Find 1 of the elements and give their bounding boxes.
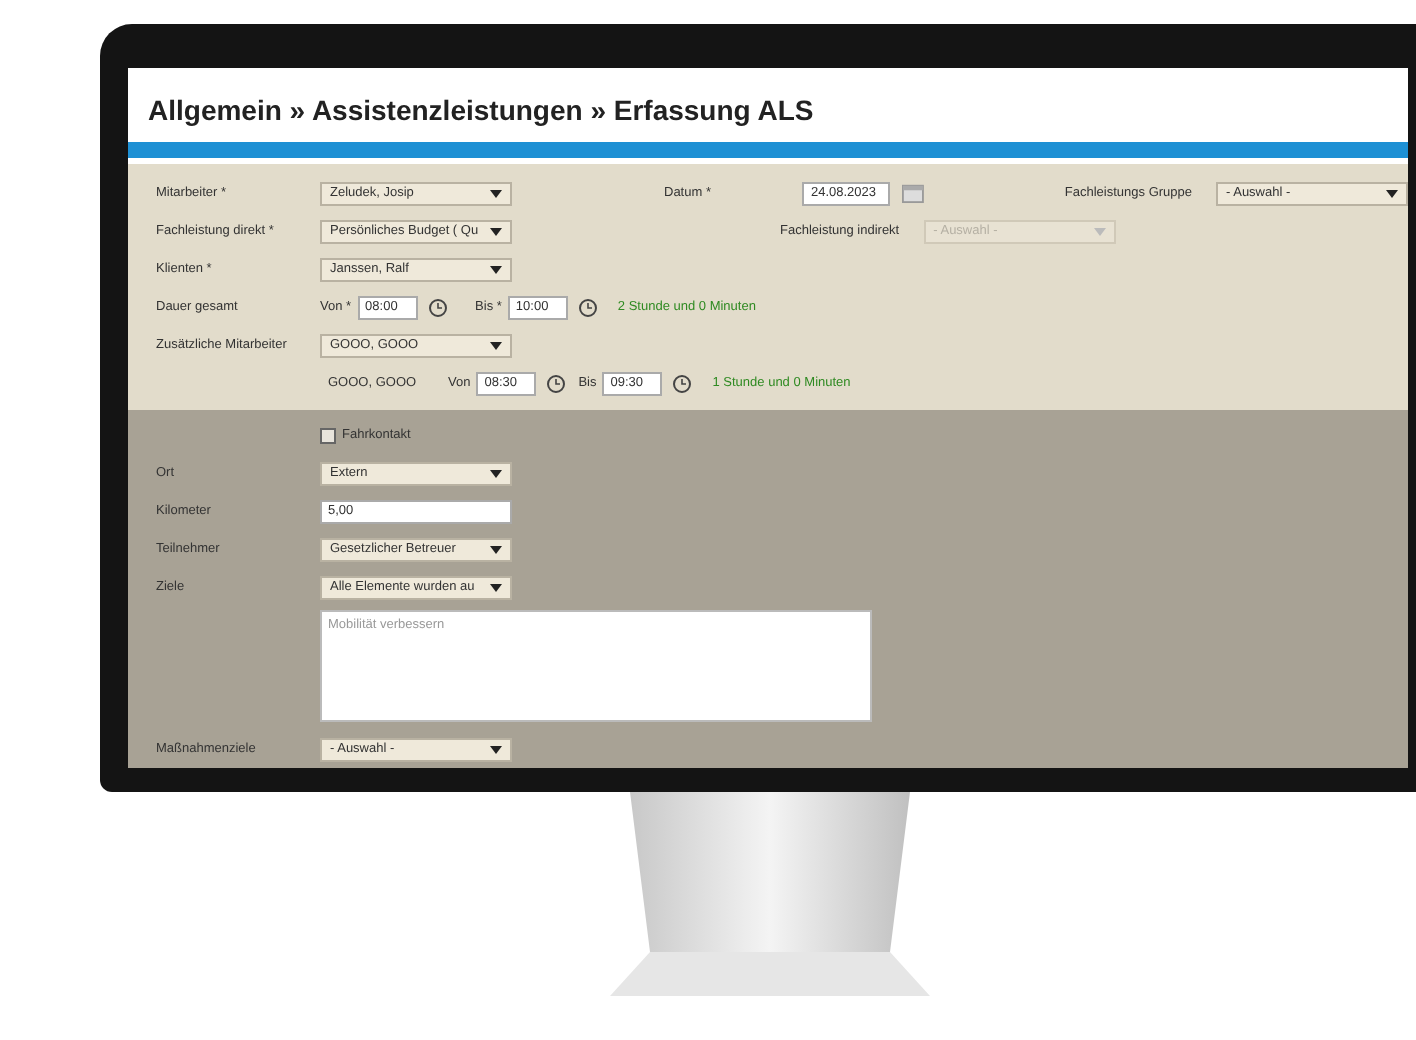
- page-title: Allgemein » Assistenzleistungen » Erfassung ALS: [146, 92, 816, 130]
